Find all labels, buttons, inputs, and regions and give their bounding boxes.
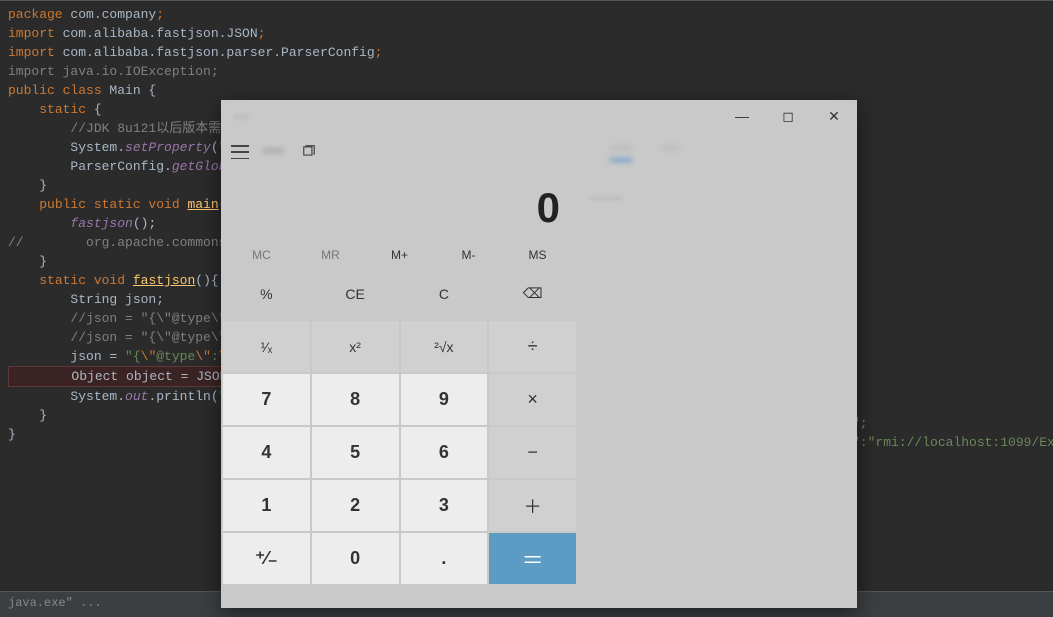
- btn-1[interactable]: 1: [223, 480, 310, 531]
- btn-0[interactable]: 0: [312, 533, 399, 584]
- code-line[interactable]: public class Main {: [8, 81, 1045, 100]
- pin-icon[interactable]: [302, 144, 316, 161]
- calc-history-empty: ·······: [590, 189, 845, 205]
- code-line[interactable]: Object object = JSON.p: [8, 366, 244, 387]
- btn-add[interactable]: ＋: [489, 480, 576, 531]
- btn-equals[interactable]: ＝: [489, 533, 576, 584]
- calc-title: ····: [233, 109, 249, 123]
- code-line[interactable]: import com.alibaba.fastjson.JSON;: [8, 24, 1045, 43]
- btn-inverse[interactable]: ¹⁄ₓ: [223, 321, 310, 372]
- code-line[interactable]: import java.io.IOException;: [8, 62, 1045, 81]
- minimize-button[interactable]: —: [719, 100, 765, 132]
- btn-divide[interactable]: ÷: [489, 321, 576, 372]
- btn-backspace[interactable]: ⌫: [489, 268, 576, 319]
- btn-c[interactable]: C: [401, 268, 488, 319]
- btn-5[interactable]: 5: [312, 427, 399, 478]
- calc-display-value: 0: [537, 184, 560, 231]
- calc-tab-history[interactable]: ·····: [610, 140, 632, 161]
- btn-3[interactable]: 3: [401, 480, 488, 531]
- btn-subtract[interactable]: −: [489, 427, 576, 478]
- mem-ms[interactable]: MS: [503, 248, 572, 262]
- btn-multiply[interactable]: ×: [489, 374, 576, 425]
- btn-7[interactable]: 7: [223, 374, 310, 425]
- calc-tab-memory[interactable]: ····: [662, 140, 679, 161]
- code-line[interactable]: import com.alibaba.fastjson.parser.Parse…: [8, 43, 1045, 62]
- btn-ce[interactable]: CE: [312, 268, 399, 319]
- code-line[interactable]: package com.company;: [8, 5, 1045, 24]
- mem-mplus[interactable]: M+: [365, 248, 434, 262]
- mem-mc[interactable]: MC: [227, 248, 296, 262]
- btn-decimal[interactable]: .: [401, 533, 488, 584]
- btn-sqrt[interactable]: ²√x: [401, 321, 488, 372]
- calc-mode-label: ····: [263, 143, 284, 161]
- maximize-button[interactable]: ◻: [765, 100, 811, 132]
- btn-square[interactable]: x²: [312, 321, 399, 372]
- btn-9[interactable]: 9: [401, 374, 488, 425]
- calc-memory-row: MC MR M+ M- MS: [221, 240, 578, 268]
- btn-2[interactable]: 2: [312, 480, 399, 531]
- calc-keypad: % CE C ⌫ ¹⁄ₓ x² ²√x ÷ 7 8 9 × 4 5 6 − 1 …: [221, 268, 578, 586]
- btn-percent[interactable]: %: [223, 268, 310, 319]
- close-button[interactable]: ✕: [811, 100, 857, 132]
- calculator-window: ···· — ◻ ✕ ···· 0 MC MR M+ M- MS: [221, 100, 857, 608]
- calc-display: 0: [221, 172, 578, 240]
- calc-titlebar[interactable]: ···· — ◻ ✕: [221, 100, 857, 132]
- calc-modebar: ····: [221, 132, 578, 172]
- hamburger-icon[interactable]: [231, 145, 249, 159]
- btn-6[interactable]: 6: [401, 427, 488, 478]
- status-text: java.exe" ...: [8, 596, 102, 610]
- mem-mr[interactable]: MR: [296, 248, 365, 262]
- btn-8[interactable]: 8: [312, 374, 399, 425]
- calc-right-tabs: ····· ····: [610, 140, 845, 161]
- code-fragment: ":"rmi://localhost:1099/Expl: [852, 435, 1053, 450]
- btn-4[interactable]: 4: [223, 427, 310, 478]
- btn-negate[interactable]: ⁺⁄₋: [223, 533, 310, 584]
- mem-mminus[interactable]: M-: [434, 248, 503, 262]
